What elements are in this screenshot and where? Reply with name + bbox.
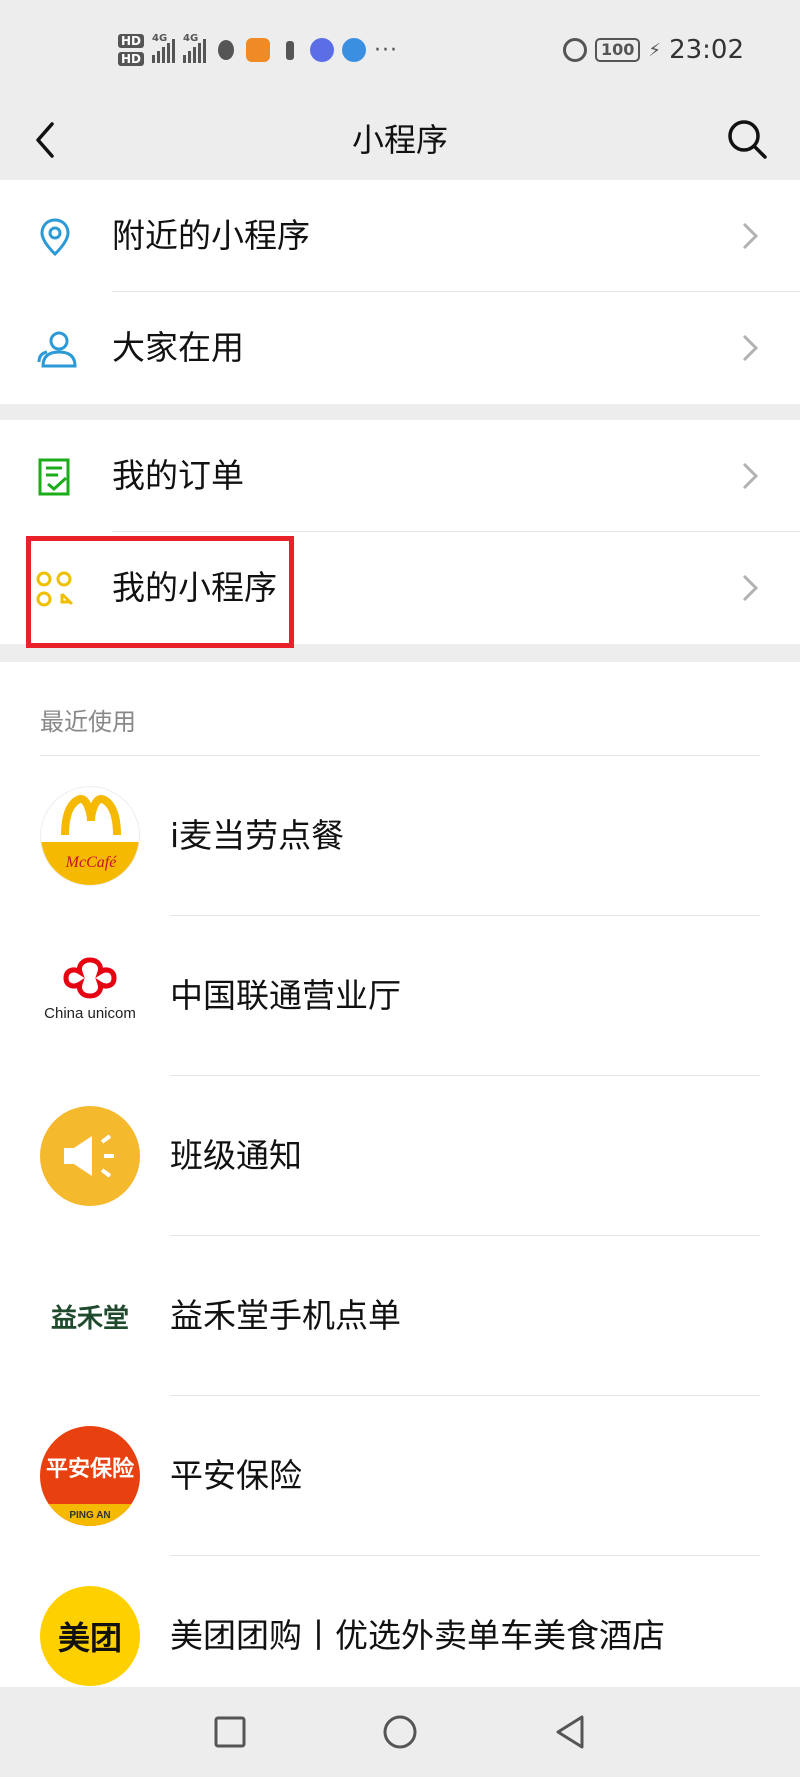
- app-name: 班级通知: [170, 1136, 302, 1175]
- pingan-logo-text: 平安保险: [46, 1456, 135, 1482]
- meituan-logo-text: 美团: [57, 1619, 122, 1657]
- net1-label: 4G: [152, 33, 168, 44]
- hd1-badge: HD: [118, 34, 145, 48]
- alarm-icon: [563, 38, 588, 62]
- unicom-logo-text: China unicom: [44, 1005, 136, 1022]
- highlight-box: [26, 536, 294, 648]
- yihetang-logo: 益禾堂: [40, 1266, 140, 1366]
- signal-1-icon: 4G: [152, 33, 176, 63]
- unicom-logo: China unicom: [40, 946, 140, 1046]
- pingan-logo: 平安保险 PING AN: [40, 1426, 140, 1526]
- chevron-right-icon: [742, 574, 759, 602]
- recent-app-pingan[interactable]: 平安保险 PING AN 平安保险: [0, 1396, 800, 1556]
- net2-label: 4G: [183, 33, 199, 44]
- users-icon: [37, 331, 77, 368]
- menu-item-my-miniprograms[interactable]: 我的小程序: [0, 532, 800, 648]
- charging-icon: ⚡: [648, 39, 662, 61]
- recent-app-unicom[interactable]: China unicom 中国联通营业厅: [0, 916, 800, 1076]
- recent-apps-icon[interactable]: [210, 1712, 250, 1752]
- page-title: 小程序: [351, 121, 448, 159]
- chevron-right-icon: [742, 334, 759, 362]
- yihetang-logo-text: 益禾堂: [50, 1303, 129, 1334]
- status-left: HD HD 4G 4G ···: [118, 28, 398, 72]
- chevron-right-icon: [742, 222, 759, 250]
- recent-header: 最近使用: [40, 708, 136, 736]
- hd-indicators: HD HD: [118, 34, 145, 66]
- menu-item-orders[interactable]: 我的订单: [0, 420, 800, 532]
- browser-app-icon: [342, 38, 367, 62]
- app-name: 益禾堂手机点单: [170, 1296, 401, 1335]
- signal-2-icon: 4G: [183, 33, 207, 63]
- meituan-logo: 美团: [40, 1586, 140, 1686]
- clock: 23:02: [669, 35, 744, 65]
- recent-app-class-notice[interactable]: 班级通知: [0, 1076, 800, 1236]
- nav-bar: 小程序: [0, 100, 800, 180]
- app-name: i麦当劳点餐: [170, 816, 345, 855]
- recent-app-yihetang[interactable]: 益禾堂 益禾堂手机点单: [0, 1236, 800, 1396]
- bottle-icon: [286, 41, 295, 60]
- megaphone-logo: [40, 1106, 140, 1206]
- menu-group-discover: 附近的小程序 大家在用: [0, 180, 800, 404]
- chevron-right-icon: [742, 462, 759, 490]
- qq-icon: [218, 40, 235, 60]
- app-name: 平安保险: [170, 1456, 302, 1495]
- mcdonalds-logo-text: McCafé: [65, 854, 118, 871]
- more-notifications-icon: ···: [374, 37, 398, 63]
- pingan-logo-sub: PING AN: [69, 1510, 110, 1521]
- status-right: 100 ⚡ 23:02: [563, 30, 744, 70]
- system-nav-bar: [0, 1687, 800, 1777]
- menu-group-mine: 我的订单 我的小程序: [0, 420, 800, 648]
- battery-icon: 100: [595, 38, 641, 62]
- mcdonalds-logo: McCafé: [40, 786, 140, 886]
- hd2-badge: HD: [118, 52, 145, 66]
- recent-section: 最近使用 McCafé i麦当劳点餐 China unicom 中国联通营业厅: [0, 662, 800, 1687]
- location-pin-icon: [40, 218, 70, 257]
- home-icon[interactable]: [380, 1712, 420, 1752]
- app-name: 中国联通营业厅: [170, 976, 401, 1015]
- search-icon[interactable]: [722, 114, 772, 164]
- back-nav-icon[interactable]: [550, 1712, 590, 1752]
- status-bar: HD HD 4G 4G ··· 100 ⚡ 23:02: [0, 0, 800, 100]
- recent-app-mcdonalds[interactable]: McCafé i麦当劳点餐: [0, 756, 800, 916]
- video-app-icon: [246, 38, 271, 62]
- app-name: 美团团购丨优选外卖单车美食酒店: [170, 1616, 665, 1655]
- menu-item-popular[interactable]: 大家在用: [0, 292, 800, 404]
- music-app-icon: [310, 38, 335, 62]
- recent-app-meituan[interactable]: 美团 美团团购丨优选外卖单车美食酒店: [0, 1556, 800, 1687]
- menu-item-label: 我的订单: [112, 456, 244, 495]
- menu-item-nearby[interactable]: 附近的小程序: [0, 180, 800, 292]
- order-check-icon: [38, 458, 70, 496]
- menu-item-label: 大家在用: [112, 328, 244, 367]
- menu-item-label: 附近的小程序: [112, 216, 310, 255]
